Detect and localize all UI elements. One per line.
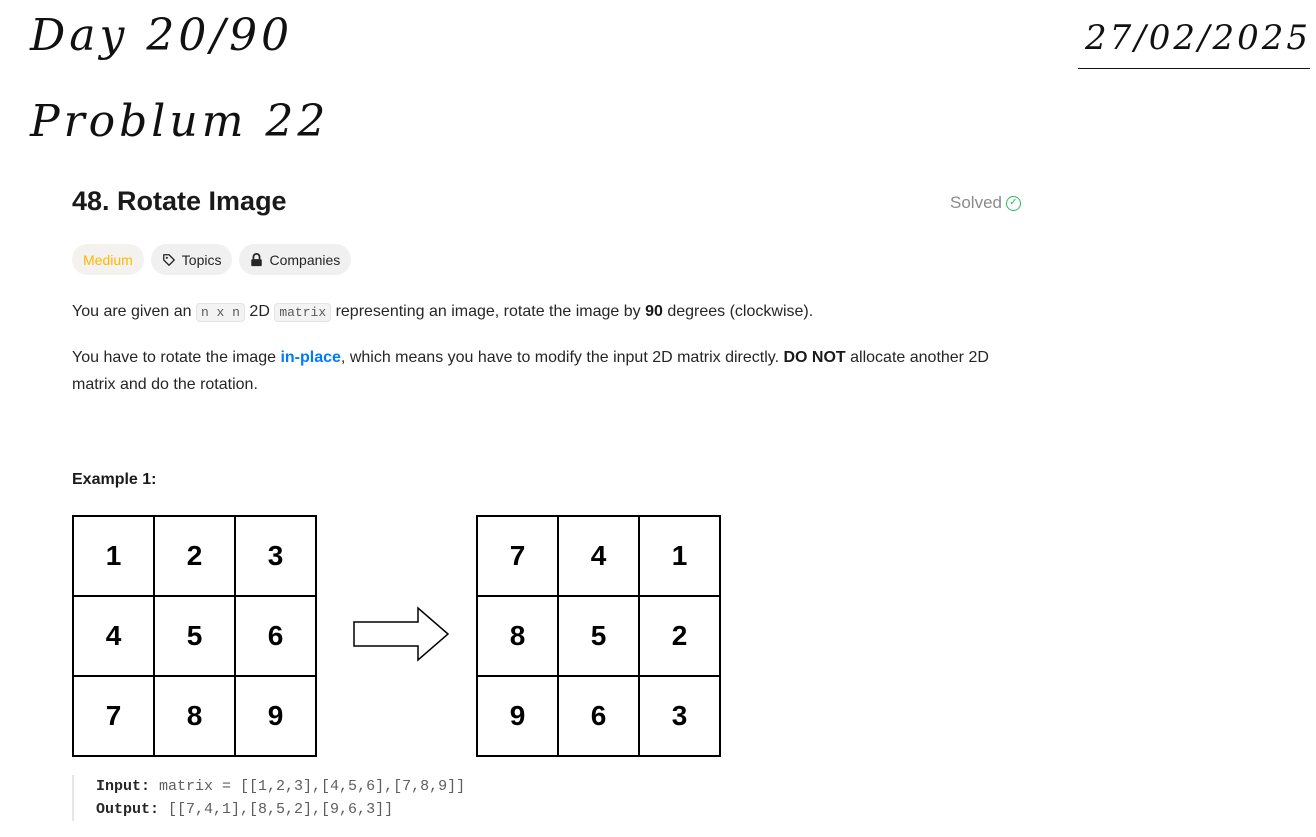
description-paragraph-1: You are given an n x n 2D matrix represe… xyxy=(72,298,1032,326)
description-paragraph-2: You have to rotate the image in-place, w… xyxy=(72,344,1032,398)
matrix-cell: 4 xyxy=(73,596,154,676)
matrix-cell: 6 xyxy=(235,596,316,676)
right-arrow-icon xyxy=(353,606,450,662)
input-matrix-image: 123 456 789 xyxy=(72,515,317,757)
inline-code: matrix xyxy=(274,303,332,322)
example-title: Example 1: xyxy=(72,471,157,488)
matrix-cell: 8 xyxy=(154,676,235,756)
handwritten-date: 27/02/2025 xyxy=(1085,18,1311,58)
handwritten-day-note: Day 20/90 xyxy=(30,10,294,61)
matrix-cell: 7 xyxy=(477,516,558,596)
text-span: You are given an xyxy=(72,303,196,320)
date-underline xyxy=(1078,68,1310,69)
problem-tags: Medium Topics Companies xyxy=(72,244,352,275)
matrix-cell: 3 xyxy=(235,516,316,596)
text-span: 2D xyxy=(244,303,275,320)
matrix-cell: 7 xyxy=(73,676,154,756)
matrix-cell: 5 xyxy=(558,596,639,676)
matrix-cell: 5 xyxy=(154,596,235,676)
topics-button[interactable]: Topics xyxy=(150,244,233,275)
bold-text: 90 xyxy=(645,303,663,320)
matrix-cell: 4 xyxy=(558,516,639,596)
output-line: Output: [[7,4,1],[8,5,2],[9,6,3]] xyxy=(96,798,465,821)
input-value: matrix = [[1,2,3],[4,5,6],[7,8,9]] xyxy=(159,778,466,795)
matrix-cell: 2 xyxy=(639,596,720,676)
inline-code: n x n xyxy=(195,303,245,322)
difficulty-label: Medium xyxy=(83,251,133,268)
bold-text: DO NOT xyxy=(783,349,846,366)
text-span: , which means you have to modify the inp… xyxy=(340,349,784,366)
output-value: [[7,4,1],[8,5,2],[9,6,3]] xyxy=(168,801,394,818)
input-label: Input: xyxy=(96,778,151,795)
topics-label: Topics xyxy=(181,251,222,268)
input-line: Input: matrix = [[1,2,3],[4,5,6],[7,8,9]… xyxy=(96,775,465,798)
output-label: Output: xyxy=(96,801,160,818)
matrix-cell: 6 xyxy=(558,676,639,756)
text-span: representing an image, rotate the image … xyxy=(331,303,646,320)
matrix-cell: 9 xyxy=(477,676,558,756)
matrix-cell: 8 xyxy=(477,596,558,676)
matrix-cell: 9 xyxy=(235,676,316,756)
text-span: You have to rotate the image xyxy=(72,349,281,366)
matrix-cell: 1 xyxy=(73,516,154,596)
text-span: degrees (clockwise). xyxy=(662,303,814,320)
matrix-cell: 1 xyxy=(639,516,720,596)
example-io-block: Input: matrix = [[1,2,3],[4,5,6],[7,8,9]… xyxy=(72,775,465,821)
handwritten-problem-note: Problum 22 xyxy=(30,96,330,147)
problem-title: 48. Rotate Image xyxy=(72,186,287,216)
difficulty-badge: Medium xyxy=(72,244,144,275)
companies-label: Companies xyxy=(269,251,341,268)
solved-status: Solved ✓ xyxy=(950,193,1021,213)
matrix-cell: 3 xyxy=(639,676,720,756)
output-matrix-image: 741 852 963 xyxy=(476,515,721,757)
companies-button[interactable]: Companies xyxy=(239,244,352,275)
check-circle-icon: ✓ xyxy=(1005,195,1021,211)
in-place-link[interactable]: in-place xyxy=(280,349,340,366)
tag-icon xyxy=(162,253,175,266)
lock-icon xyxy=(251,252,263,266)
solved-label: Solved xyxy=(950,193,1002,212)
matrix-cell: 2 xyxy=(154,516,235,596)
